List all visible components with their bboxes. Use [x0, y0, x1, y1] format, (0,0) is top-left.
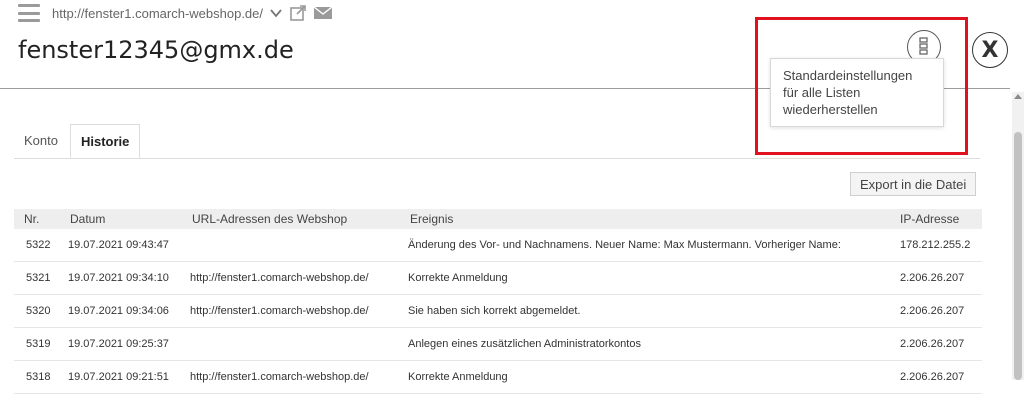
tab-bar: Konto Historie	[14, 124, 980, 159]
tab-konto[interactable]: Konto	[14, 124, 68, 158]
cell-date: 19.07.2021 09:34:10	[68, 272, 169, 284]
shop-url-link[interactable]: http://fenster1.comarch-webshop.de/	[52, 6, 263, 21]
cell-date: 19.07.2021 09:25:37	[68, 338, 169, 350]
cell-nr: 5319	[26, 338, 51, 350]
tooltip-line: Standardeinstellungen	[783, 68, 913, 83]
cell-nr: 5320	[26, 305, 51, 317]
hamburger-menu-icon[interactable]	[18, 4, 40, 22]
table-row[interactable]: 5320 19.07.2021 09:34:06 http://fenster1…	[14, 295, 982, 328]
cell-url: http://fenster1.comarch-webshop.de/	[190, 371, 369, 383]
export-button[interactable]: Export in die Datei	[850, 172, 977, 196]
cell-event: Korrekte Anmeldung	[408, 272, 508, 284]
cell-date: 19.07.2021 09:43:47	[68, 239, 169, 251]
table-row[interactable]: 5319 19.07.2021 09:25:37 Anlegen eines z…	[14, 328, 982, 361]
cell-nr: 5322	[26, 239, 51, 251]
table-row[interactable]: 5322 19.07.2021 09:43:47 Änderung des Vo…	[14, 229, 982, 262]
tooltip-line: wiederherstellen	[783, 102, 878, 117]
cell-ip: 2.206.26.207	[900, 305, 965, 317]
close-icon[interactable]: X	[972, 32, 1008, 68]
cell-event: Korrekte Anmeldung	[408, 371, 508, 383]
cell-ip: 2.206.26.207	[900, 338, 965, 350]
envelope-icon[interactable]	[313, 5, 333, 21]
chevron-down-icon[interactable]	[269, 6, 283, 20]
scrollbar-thumb[interactable]	[1014, 132, 1022, 380]
table-row[interactable]: 5318 19.07.2021 09:21:51 http://fenster1…	[14, 361, 982, 394]
column-header-datum[interactable]: Datum	[70, 212, 105, 226]
cell-ip: 2.206.26.207	[900, 272, 965, 284]
history-table: Nr. Datum URL-Adressen des Webshop Ereig…	[14, 209, 982, 394]
cell-ip: 2.206.26.207	[900, 371, 965, 383]
tooltip-line: für alle Listen	[783, 85, 861, 100]
column-header-nr[interactable]: Nr.	[24, 212, 39, 226]
cell-url: http://fenster1.comarch-webshop.de/	[190, 305, 369, 317]
table-row[interactable]: 5321 19.07.2021 09:34:10 http://fenster1…	[14, 262, 982, 295]
cell-event: Sie haben sich korrekt abgemeldet.	[408, 305, 581, 317]
external-link-icon[interactable]	[289, 4, 307, 22]
cell-event: Änderung des Vor- und Nachnamens. Neuer …	[408, 239, 841, 251]
tab-historie[interactable]: Historie	[70, 124, 141, 158]
column-header-ip[interactable]: IP-Adresse	[900, 212, 959, 226]
cell-date: 19.07.2021 09:34:06	[68, 305, 169, 317]
table-header: Nr. Datum URL-Adressen des Webshop Ereig…	[14, 209, 982, 229]
column-header-url[interactable]: URL-Adressen des Webshop	[192, 212, 347, 226]
scroll-up-arrow-icon[interactable]	[1014, 94, 1022, 99]
cell-event: Anlegen eines zusätzlichen Administrator…	[408, 338, 641, 350]
top-toolbar: http://fenster1.comarch-webshop.de/	[18, 2, 333, 24]
vertical-scrollbar[interactable]	[1012, 92, 1024, 380]
page-title: fenster12345@gmx.de	[18, 36, 294, 64]
cell-date: 19.07.2021 09:21:51	[68, 371, 169, 383]
column-header-ereignis[interactable]: Ereignis	[410, 212, 453, 226]
cell-nr: 5318	[26, 371, 51, 383]
reset-settings-tooltip: Standardeinstellungen für alle Listen wi…	[770, 58, 944, 127]
cell-url: http://fenster1.comarch-webshop.de/	[190, 272, 369, 284]
cell-ip: 178.212.255.2	[900, 239, 971, 251]
cell-nr: 5321	[26, 272, 51, 284]
